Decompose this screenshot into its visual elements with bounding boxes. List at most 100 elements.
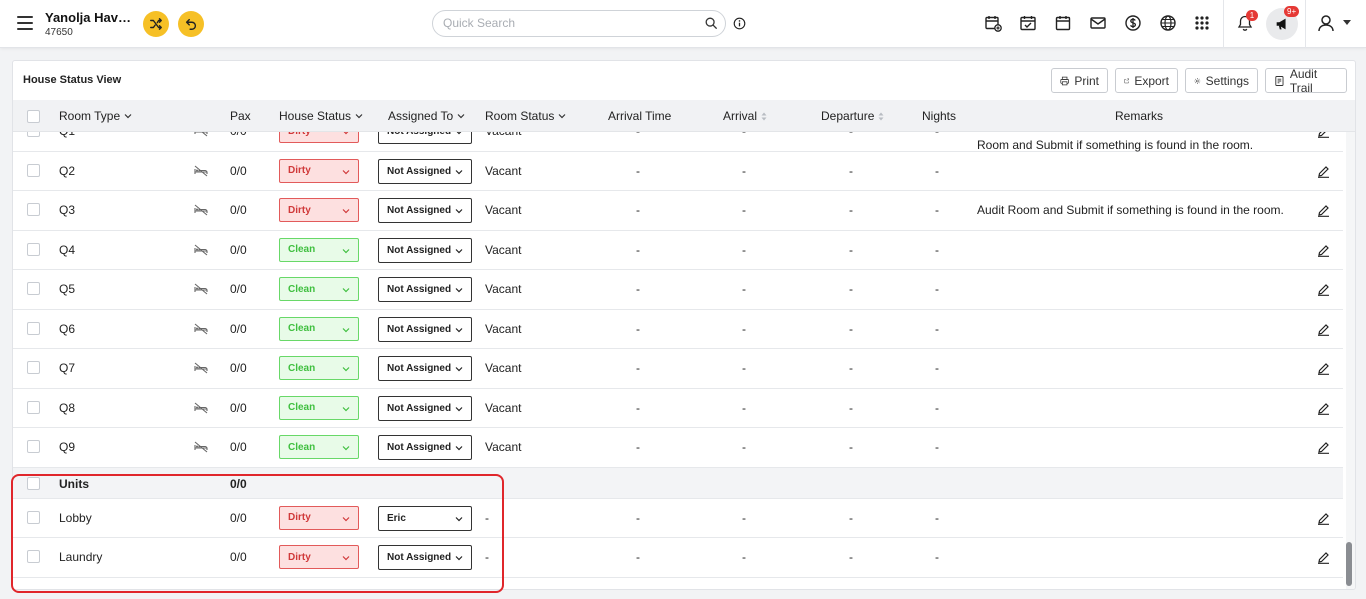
column-room-type[interactable]: Room Type bbox=[59, 109, 132, 123]
table-row[interactable]: Q9 0/0 Clean Not Assigned Vacant - - - - bbox=[13, 428, 1343, 468]
print-button[interactable]: Print bbox=[1051, 68, 1108, 93]
undo-button[interactable] bbox=[178, 11, 204, 37]
quick-search[interactable] bbox=[432, 10, 726, 37]
table-row[interactable]: Q8 0/0 Clean Not Assigned Vacant - - - - bbox=[13, 388, 1343, 428]
assigned-to-select[interactable]: Eric bbox=[378, 505, 472, 531]
pencil-icon[interactable] bbox=[1317, 244, 1330, 257]
switch-property-button[interactable] bbox=[143, 11, 169, 37]
pax-value: 0/0 bbox=[230, 361, 247, 375]
house-status-select[interactable]: Clean bbox=[279, 435, 359, 459]
pencil-icon[interactable] bbox=[1317, 165, 1330, 178]
room-name: Q3 bbox=[59, 203, 76, 217]
scrollbar-thumb[interactable] bbox=[1346, 542, 1352, 586]
audit-trail-button[interactable]: Audit Trail bbox=[1265, 67, 1347, 95]
table-row[interactable]: Lobby 0/0 Dirty Eric - - - - - bbox=[13, 498, 1343, 538]
column-house-status[interactable]: House Status bbox=[279, 109, 363, 123]
row-checkbox[interactable] bbox=[27, 132, 40, 137]
row-checkbox[interactable] bbox=[27, 203, 40, 216]
house-status-select[interactable]: Dirty bbox=[279, 505, 359, 530]
house-status-select[interactable]: Dirty bbox=[279, 158, 359, 183]
apps-grid-icon[interactable] bbox=[1193, 14, 1211, 32]
globe-icon[interactable] bbox=[1159, 14, 1177, 32]
pencil-icon[interactable] bbox=[1317, 323, 1330, 336]
column-departure[interactable]: Departure bbox=[821, 109, 884, 123]
assigned-to-select[interactable]: Not Assigned bbox=[378, 316, 472, 342]
house-status-select[interactable]: Clean bbox=[279, 356, 359, 380]
info-icon[interactable] bbox=[733, 17, 746, 30]
search-input[interactable] bbox=[443, 16, 693, 30]
pencil-icon[interactable] bbox=[1317, 512, 1330, 525]
pencil-icon[interactable] bbox=[1317, 362, 1330, 375]
export-button[interactable]: Export bbox=[1115, 68, 1178, 93]
house-status-select[interactable]: Clean bbox=[279, 316, 359, 341]
settings-button[interactable]: Settings bbox=[1185, 68, 1258, 93]
chevron-down-icon bbox=[342, 406, 350, 411]
column-assigned-to[interactable]: Assigned To bbox=[388, 109, 465, 123]
nights-value: - bbox=[935, 510, 939, 525]
table-row[interactable]: Q2 0/0 Dirty Not Assigned Vacant - - - - bbox=[13, 151, 1343, 191]
column-room-status[interactable]: Room Status bbox=[485, 109, 566, 123]
bed-off-icon bbox=[194, 323, 208, 335]
house-status-select[interactable]: Clean bbox=[279, 395, 359, 420]
assigned-to-select[interactable]: Not Assigned bbox=[378, 158, 472, 184]
scrollbar-track[interactable] bbox=[1346, 132, 1355, 589]
row-checkbox[interactable] bbox=[27, 510, 40, 524]
calendar-icon[interactable] bbox=[1054, 14, 1072, 32]
user-menu-caret-icon[interactable] bbox=[1343, 20, 1351, 25]
departure-value: - bbox=[849, 400, 853, 415]
pencil-icon[interactable] bbox=[1317, 132, 1330, 138]
table-row[interactable]: Q7 0/0 Clean Not Assigned Vacant - - - - bbox=[13, 349, 1343, 389]
chevron-down-icon bbox=[455, 556, 463, 561]
hotel-id: 47650 bbox=[45, 27, 73, 38]
table-row[interactable]: Q1 0/0 Dirty Not Assigned Vacant - - - - Room and… bbox=[13, 132, 1343, 152]
house-status-select[interactable]: Dirty bbox=[279, 545, 359, 569]
row-checkbox[interactable] bbox=[27, 321, 40, 335]
assigned-to-select[interactable]: Not Assigned bbox=[378, 277, 472, 302]
house-status-select[interactable]: Dirty bbox=[279, 198, 359, 222]
hotel-name[interactable]: Yanolja Have... bbox=[45, 10, 135, 25]
table-row[interactable]: Laundry 0/0 Dirty Not Assigned - - - - - bbox=[13, 538, 1343, 578]
pencil-icon[interactable] bbox=[1317, 283, 1330, 296]
chevron-down-icon bbox=[342, 446, 350, 451]
hamburger-icon[interactable] bbox=[17, 16, 33, 30]
pencil-icon[interactable] bbox=[1317, 551, 1330, 564]
assigned-to-select[interactable]: Not Assigned bbox=[378, 356, 472, 381]
pencil-icon[interactable] bbox=[1317, 402, 1330, 415]
user-icon[interactable] bbox=[1316, 13, 1336, 33]
row-checkbox[interactable] bbox=[27, 282, 40, 295]
assigned-to-select[interactable]: Not Assigned bbox=[378, 545, 472, 570]
calendar-add-icon[interactable] bbox=[984, 14, 1002, 32]
calendar-check-icon[interactable] bbox=[1019, 14, 1037, 32]
house-status-select[interactable]: Dirty bbox=[279, 132, 359, 143]
assigned-to-select[interactable]: Not Assigned bbox=[378, 237, 472, 263]
assigned-to-select[interactable]: Not Assigned bbox=[378, 132, 472, 144]
room-status-value: Vacant bbox=[485, 440, 522, 454]
mail-icon[interactable] bbox=[1089, 14, 1107, 32]
table-row[interactable]: Q3 0/0 Dirty Not Assigned Vacant - - - - Audit Ro… bbox=[13, 191, 1343, 231]
table-row[interactable]: Q5 0/0 Clean Not Assigned Vacant - - - - bbox=[13, 270, 1343, 310]
house-status-select[interactable]: Clean bbox=[279, 237, 359, 262]
pencil-icon[interactable] bbox=[1317, 441, 1330, 454]
group-checkbox[interactable] bbox=[27, 476, 40, 490]
column-arrival[interactable]: Arrival bbox=[723, 109, 767, 123]
room-status-value: - bbox=[485, 550, 489, 564]
row-checkbox[interactable] bbox=[27, 361, 40, 374]
assigned-to-select[interactable]: Not Assigned bbox=[378, 395, 472, 421]
group-row-units[interactable]: Units 0/0 bbox=[13, 467, 1343, 499]
row-checkbox[interactable] bbox=[27, 163, 40, 177]
select-all-checkbox[interactable] bbox=[27, 110, 40, 123]
row-checkbox[interactable] bbox=[27, 440, 40, 453]
chevron-down-icon bbox=[124, 114, 132, 119]
assigned-to-select[interactable]: Not Assigned bbox=[378, 198, 472, 223]
table-row[interactable]: Q4 0/0 Clean Not Assigned Vacant - - - - bbox=[13, 230, 1343, 270]
row-checkbox[interactable] bbox=[27, 242, 40, 256]
pencil-icon[interactable] bbox=[1317, 204, 1330, 217]
dollar-icon[interactable] bbox=[1124, 14, 1142, 32]
row-checkbox[interactable] bbox=[27, 550, 40, 563]
table-row[interactable]: Q6 0/0 Clean Not Assigned Vacant - - - - bbox=[13, 309, 1343, 349]
house-status-select[interactable]: Clean bbox=[279, 277, 359, 301]
row-checkbox[interactable] bbox=[27, 400, 40, 414]
assigned-to-select[interactable]: Not Assigned bbox=[378, 435, 472, 460]
chevron-down-icon bbox=[456, 132, 462, 135]
search-icon[interactable] bbox=[704, 16, 718, 30]
